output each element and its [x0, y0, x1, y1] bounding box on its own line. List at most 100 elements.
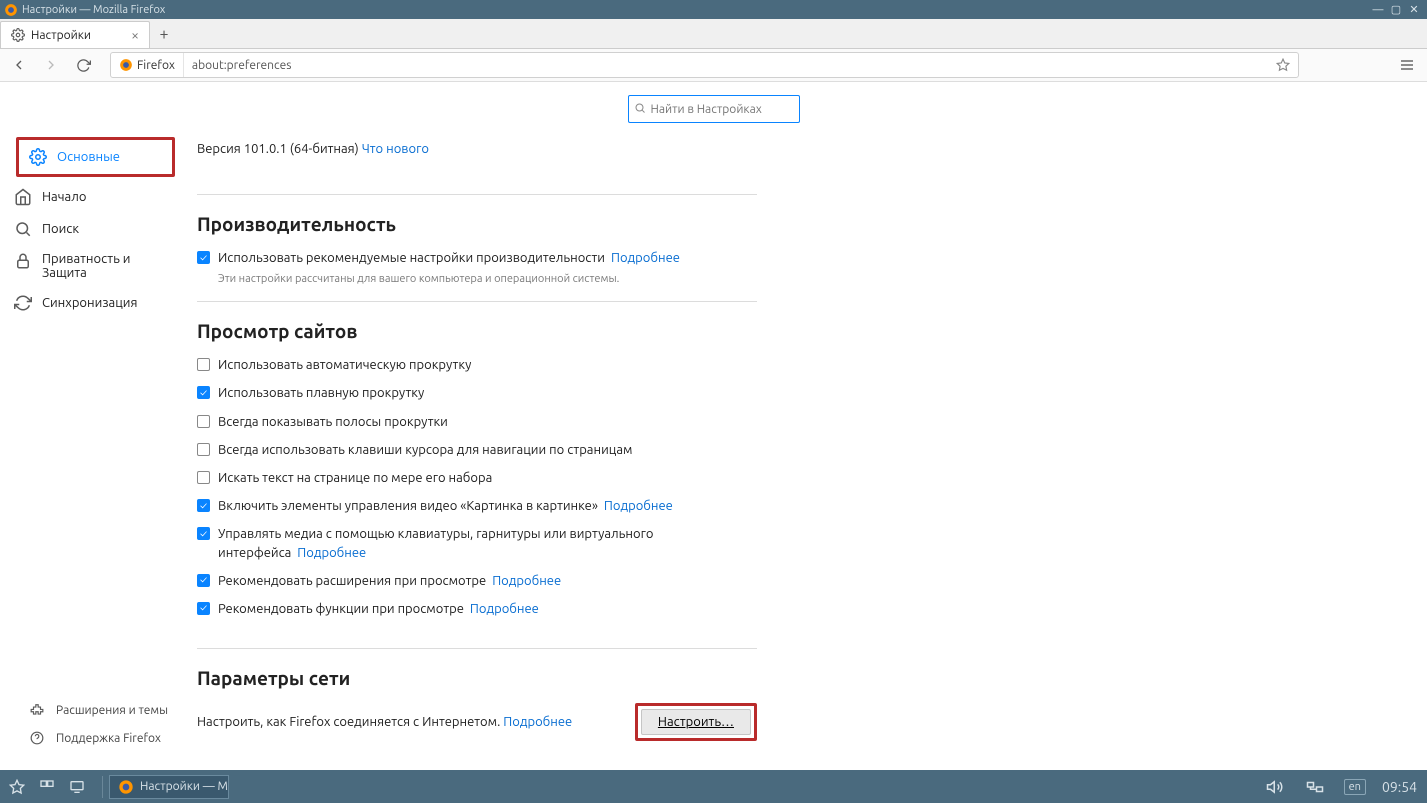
- app-menu-button[interactable]: [1395, 57, 1419, 73]
- taskbar-clock[interactable]: 09:54: [1382, 779, 1417, 795]
- checkbox-recommend-ext[interactable]: [197, 574, 210, 587]
- url-bar[interactable]: Firefox about:preferences: [110, 52, 1299, 78]
- sidebar-item-support[interactable]: Поддержка Firefox: [0, 724, 185, 752]
- whats-new-link[interactable]: Что нового: [362, 142, 429, 156]
- checkbox-recommended-perf[interactable]: [197, 251, 210, 264]
- network-settings-button[interactable]: Настроить…: [641, 709, 751, 735]
- bookmark-star-icon[interactable]: [1268, 58, 1298, 72]
- learn-more-link[interactable]: Подробнее: [604, 499, 673, 513]
- window-maximize-button[interactable]: ▢: [1387, 3, 1405, 16]
- checkbox-row: Использовать плавную прокрутку: [197, 384, 757, 402]
- sidebar-bottom: Расширения и темы Поддержка Firefox: [0, 696, 185, 770]
- sidebar-item-general[interactable]: Основные: [19, 140, 172, 174]
- taskbar-lang-indicator[interactable]: en: [1344, 779, 1366, 795]
- checkbox-pip[interactable]: [197, 499, 210, 512]
- checkbox-row-perf: Использовать рекомендуемые настройки про…: [197, 249, 757, 267]
- checkbox-label: Рекомендовать расширения при просмотре: [218, 574, 486, 588]
- forward-button[interactable]: [40, 54, 62, 76]
- highlight-box: Настроить…: [635, 703, 757, 741]
- tab-settings[interactable]: Настройки ×: [0, 21, 150, 48]
- section-browsing-title: Просмотр сайтов: [197, 320, 757, 342]
- network-icon[interactable]: [1304, 776, 1326, 798]
- taskbar-tray: en 09:54: [1264, 776, 1421, 798]
- checkbox-row: Всегда использовать клавиши курсора для …: [197, 441, 757, 459]
- checkbox-media-keys[interactable]: [197, 527, 210, 540]
- learn-more-link[interactable]: Подробнее: [503, 715, 572, 729]
- sidebar: Основные Начало Поиск Приватность и Защи…: [0, 82, 185, 770]
- reload-button[interactable]: [72, 54, 94, 76]
- taskbar: Настройки — Mozi… en 09:54: [0, 770, 1427, 803]
- gear-icon: [29, 148, 47, 166]
- sidebar-item-search[interactable]: Поиск: [0, 213, 185, 245]
- window-titlebar: Настройки — Mozilla Firefox — ▢ ✕: [0, 0, 1427, 19]
- firefox-icon: [4, 3, 18, 17]
- checkbox-label: Всегда использовать клавиши курсора для …: [218, 441, 757, 459]
- version-text: Версия 101.0.1 (64-битная): [197, 142, 362, 156]
- tab-close-button[interactable]: ×: [131, 27, 139, 43]
- learn-more-link[interactable]: Подробнее: [470, 602, 539, 616]
- taskbar-windows-icon[interactable]: [36, 776, 58, 798]
- network-row: Настроить, как Firefox соединяется с Инт…: [197, 703, 757, 741]
- url-text: about:preferences: [184, 59, 1268, 72]
- sidebar-item-label: Синхронизация: [42, 296, 137, 310]
- sidebar-item-label: Поддержка Firefox: [56, 732, 161, 745]
- sidebar-item-privacy[interactable]: Приватность и Защита: [0, 245, 185, 287]
- sidebar-item-label: Расширения и темы: [56, 704, 168, 717]
- checkbox-label: Включить элементы управления видео «Карт…: [218, 499, 598, 513]
- taskbar-task-firefox[interactable]: Настройки — Mozi…: [109, 775, 229, 799]
- checkbox-label: Управлять медиа с помощью клавиатуры, га…: [218, 527, 653, 559]
- checkbox-search-as-type[interactable]: [197, 471, 210, 484]
- learn-more-link[interactable]: Подробнее: [611, 251, 680, 265]
- sidebar-item-label: Основные: [57, 150, 120, 164]
- identity-box[interactable]: Firefox: [111, 53, 184, 77]
- learn-more-link[interactable]: Подробнее: [492, 574, 561, 588]
- checkbox-caret-browsing[interactable]: [197, 443, 210, 456]
- taskbar-star-icon[interactable]: [6, 776, 28, 798]
- firefox-icon: [118, 779, 134, 795]
- sidebar-item-label: Поиск: [42, 222, 79, 236]
- sidebar-item-label: Приватность и Защита: [42, 252, 152, 280]
- sidebar-item-home[interactable]: Начало: [0, 181, 185, 213]
- button-label: Настроить…: [658, 715, 734, 729]
- checkbox-row: Искать текст на странице по мере его наб…: [197, 469, 757, 487]
- search-icon: [634, 102, 646, 114]
- sync-icon: [14, 294, 32, 312]
- checkbox-label: Использовать рекомендуемые настройки про…: [218, 251, 605, 265]
- perf-note: Эти настройки рассчитаны для вашего комп…: [218, 273, 757, 285]
- version-row: Версия 101.0.1 (64-битная) Что нового: [197, 142, 757, 156]
- gear-icon: [11, 28, 25, 42]
- window-minimize-button[interactable]: —: [1369, 4, 1387, 16]
- highlight-box: Основные: [16, 137, 175, 177]
- settings-search-input[interactable]: [628, 95, 800, 123]
- checkbox-smoothscroll[interactable]: [197, 386, 210, 399]
- tab-strip: Настройки × +: [0, 19, 1427, 49]
- volume-icon[interactable]: [1264, 776, 1286, 798]
- learn-more-link[interactable]: Подробнее: [297, 546, 366, 560]
- taskbar-desktop-icon[interactable]: [66, 776, 88, 798]
- sidebar-item-sync[interactable]: Синхронизация: [0, 287, 185, 319]
- checkbox-label: Искать текст на странице по мере его наб…: [218, 469, 757, 487]
- checkbox-row: Управлять медиа с помощью клавиатуры, га…: [197, 525, 757, 561]
- identity-label: Firefox: [137, 59, 175, 72]
- checkbox-row: Всегда показывать полосы прокрутки: [197, 413, 757, 431]
- checkbox-recommend-features[interactable]: [197, 602, 210, 615]
- checkbox-always-scrollbars[interactable]: [197, 415, 210, 428]
- section-performance-title: Производительность: [197, 213, 757, 235]
- checkbox-label: Использовать автоматическую прокрутку: [218, 356, 757, 374]
- window-close-button[interactable]: ✕: [1405, 3, 1423, 16]
- checkbox-row: Рекомендовать расширения при просмотре П…: [197, 572, 757, 590]
- new-tab-button[interactable]: +: [150, 19, 178, 48]
- separator: [197, 648, 757, 649]
- window-title: Настройки — Mozilla Firefox: [22, 4, 1369, 16]
- sidebar-item-label: Начало: [42, 190, 86, 204]
- separator: [197, 194, 757, 195]
- checkbox-autoscroll[interactable]: [197, 358, 210, 371]
- checkbox-row: Использовать автоматическую прокрутку: [197, 356, 757, 374]
- checkbox-row: Рекомендовать функции при просмотре Подр…: [197, 600, 757, 618]
- puzzle-icon: [28, 701, 46, 719]
- sidebar-item-extensions[interactable]: Расширения и темы: [0, 696, 185, 724]
- checkbox-label: Использовать плавную прокрутку: [218, 384, 757, 402]
- taskbar-divider: [102, 776, 103, 798]
- back-button[interactable]: [8, 54, 30, 76]
- separator: [197, 301, 757, 302]
